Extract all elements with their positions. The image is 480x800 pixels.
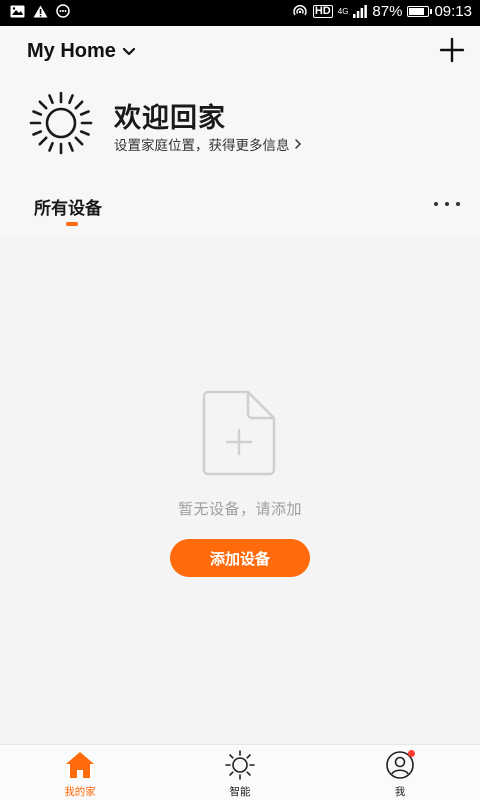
nav-label-smart: 智能 [229, 786, 251, 798]
tab-indicator [66, 222, 78, 226]
home-name: My Home [27, 40, 116, 62]
battery-percent: 87% [372, 3, 403, 20]
tab-all-devices[interactable]: 所有设备 [34, 194, 102, 219]
plus-icon[interactable] [438, 36, 466, 64]
empty-message: 暂无设备，请添加 [177, 500, 302, 518]
sun-icon [29, 91, 93, 155]
battery-icon [407, 6, 433, 17]
network-type: 4G [337, 6, 349, 16]
notification-badge [408, 750, 415, 757]
set-location-link[interactable]: 设置家庭位置，获得更多信息 [114, 134, 302, 154]
status-system-icons: HD 4G 87% 09:13 [292, 3, 472, 20]
chevron-down-icon [122, 47, 136, 55]
home-icon [66, 752, 94, 778]
nav-label-home: 我的家 [64, 786, 96, 798]
bottom-nav: 我的家 智能 我 [0, 744, 480, 800]
warning-icon [33, 5, 48, 17]
add-file-icon [202, 390, 276, 476]
welcome-subtitle: 设置家庭位置，获得更多信息 [114, 138, 290, 154]
nav-label-me: 我 [394, 786, 406, 798]
home-header: My Home 欢迎回家 设置家庭位置，获得更多信息 所有设备 [0, 26, 480, 236]
signal-icon [353, 5, 368, 18]
chevron-right-icon [294, 139, 301, 149]
add-device-button[interactable]: 添加设备 [170, 539, 310, 577]
clock: 09:13 [434, 3, 472, 20]
image-icon [10, 5, 25, 17]
nav-item-home[interactable]: 我的家 [40, 749, 120, 799]
nav-item-smart[interactable]: 智能 [200, 749, 280, 799]
message-icon [56, 4, 70, 18]
hotspot-icon [293, 4, 307, 15]
welcome-banner: 欢迎回家 设置家庭位置，获得更多信息 [28, 90, 448, 160]
home-switcher[interactable]: My Home [27, 40, 136, 63]
nav-item-me[interactable]: 我 [360, 749, 440, 799]
user-icon-wrap [384, 749, 416, 781]
hd-icon: HD [312, 5, 333, 18]
welcome-title: 欢迎回家 [114, 103, 226, 134]
more-icon[interactable] [434, 194, 460, 214]
status-bar: HD 4G 87% 09:13 [0, 0, 480, 26]
device-tabs: 所有设备 [0, 188, 480, 234]
status-notification-icons [10, 4, 70, 18]
sun-icon [225, 750, 255, 780]
